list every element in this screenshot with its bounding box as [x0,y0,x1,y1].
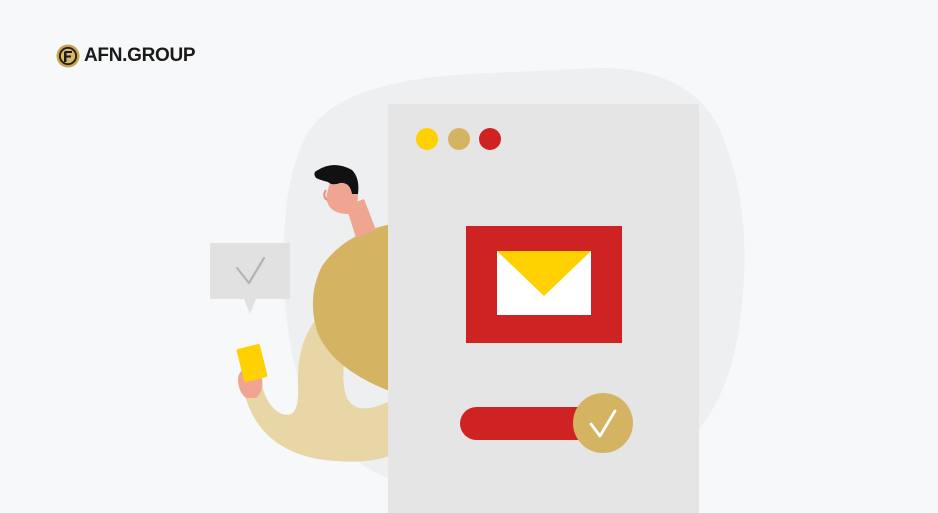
window-dot-gold [448,128,470,150]
checkmark-icon [573,393,633,453]
email-confirmation-illustration [210,68,745,513]
window-dot-yellow [416,128,438,150]
envelope-icon [466,226,622,343]
window-dot-red [479,128,501,150]
speech-bubble-check-icon [210,243,290,314]
